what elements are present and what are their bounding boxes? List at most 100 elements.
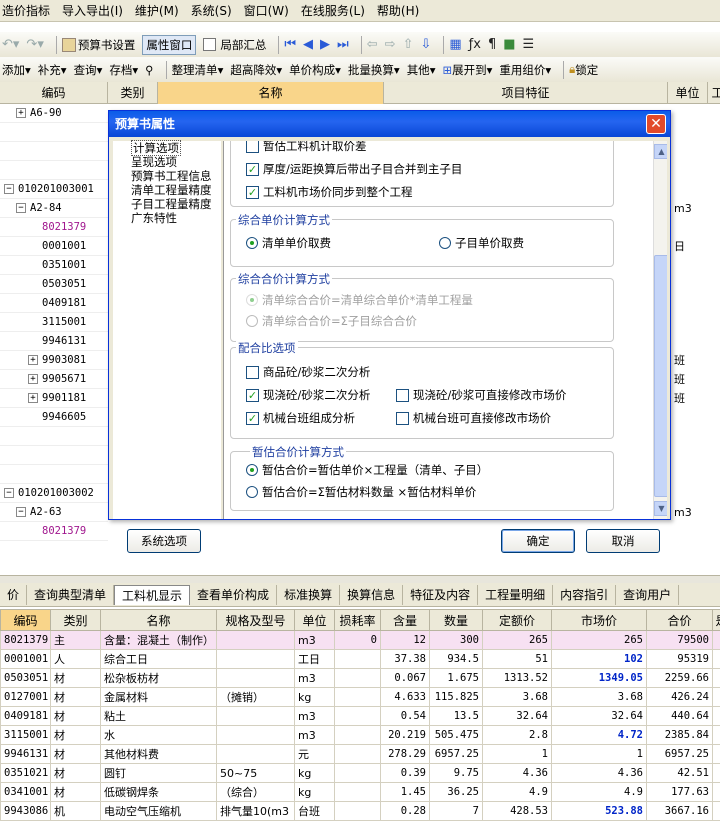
table-cell[interactable]: 934.5 bbox=[430, 650, 483, 669]
tree-row[interactable]: −A2-84 bbox=[0, 199, 108, 218]
col-feature[interactable]: 项目特征 bbox=[384, 82, 668, 104]
tree-row[interactable]: 3115001 bbox=[0, 313, 108, 332]
splitter[interactable] bbox=[0, 575, 720, 583]
table-cell[interactable]: 材 bbox=[51, 764, 101, 783]
undo-icon[interactable]: ↶▾ bbox=[2, 37, 19, 52]
table-cell[interactable]: kg bbox=[295, 783, 335, 802]
tree-row[interactable]: 9946605 bbox=[0, 408, 108, 427]
toolbar-lock[interactable]: 🔒︎锁定 bbox=[569, 62, 598, 78]
tree-item[interactable]: 广东特性 bbox=[113, 211, 221, 225]
radio-item-unit-price[interactable]: 子目单价取费 bbox=[439, 235, 524, 251]
paragraph-icon[interactable]: ¶ bbox=[488, 37, 496, 52]
tab-price[interactable]: 价 bbox=[0, 585, 27, 605]
arrow-down-icon[interactable]: ⇩ bbox=[420, 37, 431, 52]
table-cell[interactable]: 37.38 bbox=[381, 650, 430, 669]
table-cell[interactable]: 3667.16 bbox=[647, 802, 713, 821]
table-cell[interactable]: 1313.52 bbox=[483, 669, 552, 688]
table-header[interactable]: 名称 bbox=[101, 610, 217, 631]
table-cell[interactable]: 0409181 bbox=[1, 707, 51, 726]
table-cell[interactable]: 1.675 bbox=[430, 669, 483, 688]
tree-row[interactable] bbox=[0, 161, 108, 180]
binoculars-icon[interactable]: ⚲ bbox=[145, 63, 153, 77]
dialog-scrollbar[interactable]: ▲ ▼ bbox=[653, 141, 667, 519]
table-cell[interactable]: 材 bbox=[51, 688, 101, 707]
table-cell[interactable]: 79500 bbox=[647, 631, 713, 650]
tab-quantity-detail[interactable]: 工程量明细 bbox=[478, 585, 553, 605]
toolbar-reuse-price[interactable]: 重用组价▾ bbox=[499, 62, 551, 78]
toolbar-supplement[interactable]: 补充▾ bbox=[38, 62, 67, 78]
table-row[interactable]: 0503051材松杂板枋材m30.0671.6751313.521349.052… bbox=[1, 669, 720, 688]
table-cell[interactable]: m3 bbox=[295, 707, 335, 726]
toolbar-batch-convert[interactable]: 批量换算▾ bbox=[348, 62, 400, 78]
menu-item[interactable]: 帮助(H) bbox=[377, 2, 419, 19]
table-cell[interactable]: 圆钉 bbox=[101, 764, 217, 783]
table-cell[interactable]: 松杂板枋材 bbox=[101, 669, 217, 688]
table-cell[interactable] bbox=[335, 707, 381, 726]
table-cell[interactable]: （摊销） bbox=[217, 688, 295, 707]
radio-bill-unit-price[interactable]: 清单单价取费 bbox=[246, 235, 331, 251]
table-cell[interactable]: 3.68 bbox=[483, 688, 552, 707]
option-cast-concrete[interactable]: ✓现浇砼/砂浆二次分析 bbox=[246, 387, 370, 403]
table-header[interactable]: 是 bbox=[713, 610, 720, 631]
table-cell[interactable]: 8021379 bbox=[1, 631, 51, 650]
table-cell[interactable]: 4.9 bbox=[483, 783, 552, 802]
arrow-right-icon[interactable]: ⇨ bbox=[385, 37, 396, 52]
option-estimate-price-diff[interactable]: 暂估工料机计取价差 bbox=[246, 141, 367, 154]
table-header[interactable]: 市场价 bbox=[552, 610, 647, 631]
budget-settings-button[interactable]: 预算书设置 bbox=[62, 37, 136, 53]
table-cell[interactable]: 426.24 bbox=[647, 688, 713, 707]
menu-item[interactable]: 窗口(W) bbox=[244, 2, 289, 19]
table-cell[interactable]: 材 bbox=[51, 707, 101, 726]
tree-row[interactable]: 8021379 bbox=[0, 522, 108, 541]
tree-row[interactable]: +9905671 bbox=[0, 370, 108, 389]
next-icon[interactable]: ▶ bbox=[320, 37, 330, 52]
table-cell[interactable] bbox=[217, 631, 295, 650]
table-cell[interactable] bbox=[335, 802, 381, 821]
table-cell[interactable]: 95319 bbox=[647, 650, 713, 669]
tree-row[interactable]: +9901181 bbox=[0, 389, 108, 408]
table-cell[interactable]: 综合工日 bbox=[101, 650, 217, 669]
arrow-left-icon[interactable]: ⇦ bbox=[367, 37, 378, 52]
table-cell[interactable]: 9946131 bbox=[1, 745, 51, 764]
table-cell[interactable]: 低碳钢焊条 bbox=[101, 783, 217, 802]
tab-features[interactable]: 特征及内容 bbox=[403, 585, 478, 605]
close-icon[interactable]: ✕ bbox=[646, 114, 666, 134]
table-header[interactable]: 数量 bbox=[430, 610, 483, 631]
table-row[interactable]: 9943086机电动空气压缩机排气量10(m3台班0.287428.53523.… bbox=[1, 802, 720, 821]
tree-row[interactable] bbox=[0, 427, 108, 446]
col-name[interactable]: 名称 bbox=[158, 82, 384, 104]
tab-query-user[interactable]: 查询用户 bbox=[616, 585, 679, 605]
tree-row[interactable]: 9946131 bbox=[0, 332, 108, 351]
option-machine-edit[interactable]: 机械台班可直接修改市场价 bbox=[396, 410, 551, 426]
table-cell[interactable] bbox=[335, 688, 381, 707]
table-cell[interactable]: 主 bbox=[51, 631, 101, 650]
toolbar-unit-price[interactable]: 单价构成▾ bbox=[289, 62, 341, 78]
table-cell[interactable]: m3 bbox=[295, 669, 335, 688]
property-window-button[interactable]: 属性窗口 bbox=[142, 35, 196, 55]
table-cell[interactable]: kg bbox=[295, 688, 335, 707]
toolbar-organize[interactable]: 整理清单▾ bbox=[172, 62, 224, 78]
redo-icon[interactable]: ↷▾ bbox=[26, 37, 43, 52]
table-header[interactable]: 单位 bbox=[295, 610, 335, 631]
tab-typical-bill[interactable]: 查询典型清单 bbox=[27, 585, 114, 605]
table-cell[interactable] bbox=[335, 745, 381, 764]
expand-icon[interactable]: + bbox=[28, 355, 38, 365]
tab-material-display[interactable]: 工料机显示 bbox=[114, 585, 190, 605]
tree-item[interactable]: 预算书工程信息 bbox=[113, 169, 221, 183]
tree-row[interactable]: 0001001 bbox=[0, 237, 108, 256]
tree-item[interactable]: 呈现选项 bbox=[113, 155, 221, 169]
col-unit[interactable]: 单位 bbox=[668, 82, 708, 104]
table-cell[interactable]: 6957.25 bbox=[647, 745, 713, 764]
table-cell[interactable]: 4.36 bbox=[552, 764, 647, 783]
table-cell[interactable] bbox=[217, 745, 295, 764]
table-header[interactable]: 合价 bbox=[647, 610, 713, 631]
table-cell[interactable]: 1349.05 bbox=[552, 669, 647, 688]
tree-row[interactable]: −010201003002 bbox=[0, 484, 108, 503]
table-cell[interactable]: 36.25 bbox=[430, 783, 483, 802]
table-cell[interactable] bbox=[335, 669, 381, 688]
table-cell[interactable]: 177.63 bbox=[647, 783, 713, 802]
table-cell[interactable]: 1 bbox=[483, 745, 552, 764]
expand-icon[interactable]: + bbox=[28, 393, 38, 403]
table-cell[interactable]: 0.28 bbox=[381, 802, 430, 821]
table-cell[interactable] bbox=[335, 726, 381, 745]
